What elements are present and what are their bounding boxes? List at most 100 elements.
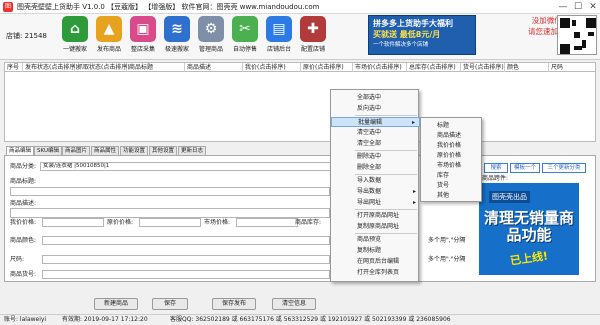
product-table-body[interactable] <box>4 72 596 142</box>
context-menu-item[interactable]: 导出网址 ▸ <box>331 198 420 208</box>
tab-sku-edit[interactable]: SKU编辑 <box>34 146 62 155</box>
title-input[interactable] <box>10 187 330 196</box>
category-select[interactable]: 女装/连衣裙 |50010850|1 <box>40 162 332 171</box>
menu-separator <box>355 115 417 116</box>
context-menu-item[interactable]: 全部选中 <box>331 93 420 103</box>
color-hint: 多个用","分隔 <box>428 237 466 244</box>
submenu-item[interactable]: 库存 <box>421 171 481 181</box>
color-input[interactable] <box>42 236 330 245</box>
toolbar-collect-button[interactable]: ▣ 整店采集 <box>126 16 160 60</box>
size-label: 尺码: <box>10 256 25 263</box>
tab-function-settings[interactable]: 功能设置 <box>120 146 149 155</box>
context-menu-item[interactable]: 复制原商品网址 <box>331 222 420 232</box>
toolbar-config-shop-button[interactable]: ✚ 配置店铺 <box>296 16 330 60</box>
submenu-item[interactable]: 其他 <box>421 191 481 201</box>
toolbar-fast-move-button[interactable]: ≋ 极速搬家 <box>160 16 194 60</box>
gear-icon: ⚙ <box>198 16 224 42</box>
context-menu-item[interactable]: 反向选中 <box>331 104 420 114</box>
size-hint: 多个用","分隔 <box>428 256 466 263</box>
app-logo-icon: 图 <box>3 2 13 12</box>
close-button[interactable]: ✕ <box>586 0 600 14</box>
promo-banner[interactable]: 拼多多上货助手大福利 买就送 最低8元/月 一个软件解决多个店铺 <box>368 15 476 55</box>
toolbar-label: 自动停售 <box>232 46 257 53</box>
qr-module <box>586 18 596 28</box>
monitor-icon: ▤ <box>266 16 292 42</box>
context-menu: 全部选中 反向选中 批量编辑 ▸ 清空选中 清空全部 删除选中 删除全部 导入数据 导出数据 ▸ 导出… <box>330 89 420 282</box>
context-menu-item-label: 批量编辑 <box>358 119 383 126</box>
context-menu-item-label: 删除全部 <box>357 164 382 171</box>
context-menu-item[interactable]: 导入数据 <box>331 176 420 186</box>
context-menu-item-label: 导入数据 <box>357 177 382 184</box>
tab-product-edit[interactable]: 商品编辑 <box>6 146 35 155</box>
toolbar-label: 极速搬家 <box>164 46 189 53</box>
submenu-item[interactable]: 原价价格 <box>421 151 481 161</box>
clear-info-button[interactable]: 清空信息 <box>272 298 316 310</box>
original-price-input[interactable] <box>139 218 201 227</box>
sku-label: 商品货号: <box>10 271 37 278</box>
minimize-button[interactable]: — <box>556 0 570 14</box>
publish-icon: ▲ <box>96 16 122 42</box>
submenu-arrow-icon: ▸ <box>412 188 416 195</box>
qr-module <box>560 18 570 28</box>
toolbar-auto-stop-button[interactable]: ✂ 自动停售 <box>228 16 262 60</box>
context-menu-item-label: 复制标题 <box>357 247 382 254</box>
context-menu-item[interactable]: 删除选中 <box>331 152 420 162</box>
context-menu-item[interactable]: 导出数据 ▸ <box>331 187 420 197</box>
submenu-item[interactable]: 货号 <box>421 181 481 191</box>
save-publish-button[interactable]: 保存发布 <box>212 298 256 310</box>
context-menu-item[interactable]: 打开原商品网址 <box>331 211 420 221</box>
search-button[interactable]: 搜索 <box>484 163 508 173</box>
submenu-item[interactable]: 市场价格 <box>421 161 481 171</box>
description-input[interactable] <box>10 208 330 218</box>
banner-line-2: 买就送 最低8元/月 <box>373 30 441 39</box>
tab-product-attributes[interactable]: 商品属性 <box>91 146 120 155</box>
tab-product-images[interactable]: 商品图片 <box>62 146 91 155</box>
tab-update-log[interactable]: 更新日志 <box>178 146 207 155</box>
qr-module <box>588 32 594 36</box>
promo-image[interactable]: 图壳壳出品 清理无销量商品功能 已上线! <box>479 183 579 275</box>
shop-id: 21548 <box>24 32 47 40</box>
submenu-item[interactable]: 标题 <box>421 121 481 131</box>
toolbar-one-click-move-button[interactable]: ⌂ 一键搬家 <box>58 16 92 60</box>
template-button[interactable]: 模板一个 <box>510 163 540 173</box>
context-menu-item[interactable]: 清空全部 <box>331 139 420 149</box>
title-label: 商品标题: <box>10 178 37 185</box>
submenu-item[interactable]: 我价价格 <box>421 141 481 151</box>
context-menu-item[interactable]: 删除全部 <box>331 163 420 173</box>
context-menu-item[interactable]: 批量编辑 ▸ <box>331 117 420 127</box>
context-menu-item[interactable]: 在网页后台编辑 <box>331 257 420 267</box>
context-menu-item[interactable]: 清空选中 <box>331 128 420 138</box>
maximize-button[interactable]: ☐ <box>571 0 585 14</box>
price-input[interactable] <box>42 218 104 227</box>
sku-input[interactable] <box>42 270 330 279</box>
submenu-item[interactable]: 商品描述 <box>421 131 481 141</box>
context-menu-item[interactable]: 商品预览 <box>331 235 420 245</box>
market-price-input[interactable] <box>236 218 298 227</box>
update-category-button[interactable]: 三个更新分类 <box>542 163 586 173</box>
context-menu-item-label: 打开原商品网址 <box>357 212 400 219</box>
stock-label: 商品库存: <box>295 219 322 226</box>
size-input[interactable] <box>42 255 330 264</box>
scissors-icon: ✂ <box>232 16 258 42</box>
context-menu-item-label: 复制原商品网址 <box>357 223 400 230</box>
context-menu-item-label: 打开全库列表页 <box>357 269 400 276</box>
status-bar: 账号: lalaweiyi 有效期: 2019-09-17 17:12:20 客… <box>0 314 600 324</box>
menu-separator <box>355 209 417 210</box>
toolbar-shop-backend-button[interactable]: ▤ 店铺后台 <box>262 16 296 60</box>
promo-main-text: 清理无销量商品功能 <box>483 209 574 244</box>
save-button[interactable]: 保存 <box>152 298 188 310</box>
context-menu-item-label: 导出数据 <box>357 188 382 195</box>
toolbar-manage-button[interactable]: ⚙ 管理商品 <box>194 16 228 60</box>
context-menu-item-label: 删除选中 <box>357 153 382 160</box>
context-menu-item[interactable]: 复制标题 <box>331 246 420 256</box>
submenu-arrow-icon: ▸ <box>412 199 416 206</box>
context-menu-item[interactable]: 打开全库列表页 <box>331 268 420 278</box>
category-label: 商品分类: <box>10 163 37 170</box>
tab-other-settings[interactable]: 其他设置 <box>149 146 178 155</box>
new-product-button[interactable]: 新建商品 <box>94 298 138 310</box>
menu-separator <box>355 174 417 175</box>
layers-icon: ≋ <box>164 16 190 42</box>
toolbar-label: 配置店铺 <box>300 46 325 53</box>
toolbar-label: 管理商品 <box>198 46 223 53</box>
toolbar-publish-button[interactable]: ▲ 发布商品 <box>92 16 126 60</box>
